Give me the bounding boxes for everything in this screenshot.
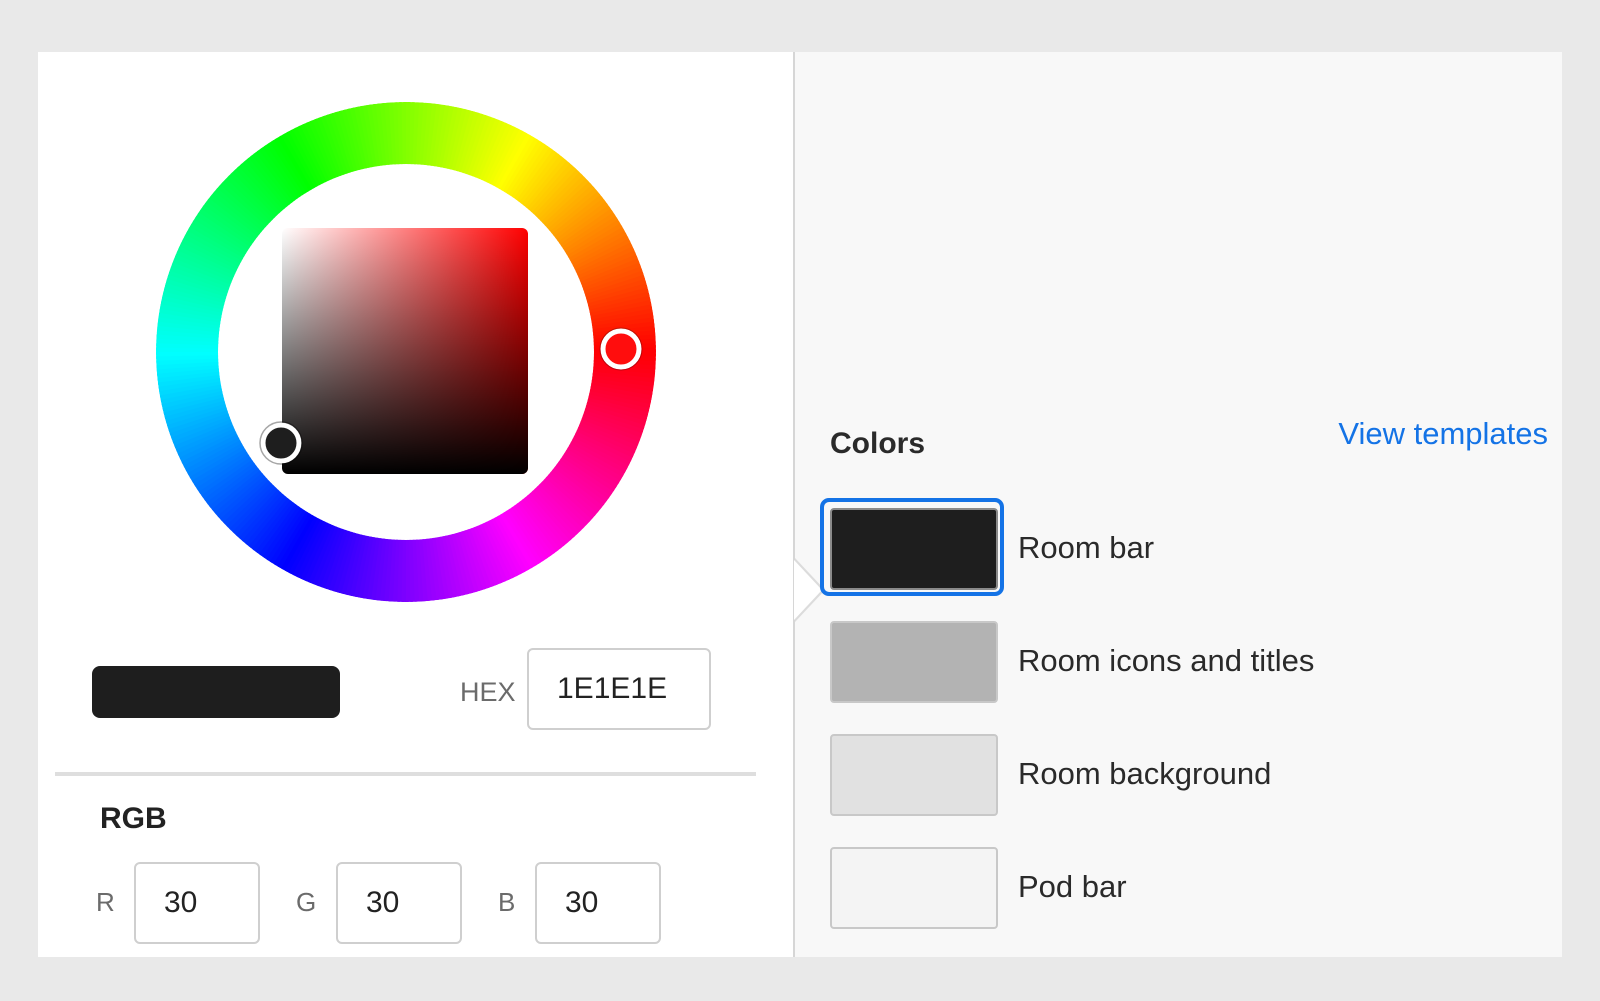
color-row-room-background[interactable]: Room background — [818, 724, 1518, 824]
color-row-label: Pod bar — [1018, 869, 1127, 904]
color-wheel[interactable] — [156, 102, 656, 602]
green-input[interactable] — [336, 862, 462, 944]
divider — [55, 772, 756, 776]
color-swatch-room-background[interactable] — [830, 734, 998, 816]
color-handle[interactable] — [260, 422, 302, 464]
blue-input[interactable] — [535, 862, 661, 944]
colors-heading: Colors — [830, 427, 926, 460]
red-input[interactable] — [134, 862, 260, 944]
panel-divider — [793, 52, 795, 957]
view-templates-link[interactable]: View templates — [1258, 414, 1548, 454]
hue-handle[interactable] — [600, 328, 642, 370]
green-label: G — [296, 887, 317, 917]
color-row-room-icons-and-titles[interactable]: Room icons and titles — [818, 611, 1518, 711]
color-row-label: Room icons and titles — [1018, 643, 1315, 678]
color-row-label: Room bar — [1018, 530, 1155, 565]
rgb-heading: RGB — [100, 802, 167, 835]
saturation-brightness-square[interactable] — [282, 228, 528, 474]
color-swatch-room-icons-and-titles[interactable] — [830, 621, 998, 703]
color-swatch-room-bar[interactable] — [830, 508, 998, 590]
red-label: R — [96, 887, 115, 917]
color-row-pod-bar[interactable]: Pod bar — [818, 837, 1518, 937]
hex-input[interactable] — [527, 648, 711, 730]
color-swatch-pod-bar[interactable] — [830, 847, 998, 929]
blue-label: B — [498, 887, 516, 917]
color-row-room-bar[interactable]: Room bar — [818, 498, 1518, 598]
color-picker-panel: HEX RGB R G B — [38, 52, 793, 957]
color-settings-window: HEX RGB R G B Colors View templates Room… — [38, 52, 1562, 957]
color-row-label: Room background — [1018, 756, 1272, 791]
current-color-swatch — [92, 666, 340, 718]
